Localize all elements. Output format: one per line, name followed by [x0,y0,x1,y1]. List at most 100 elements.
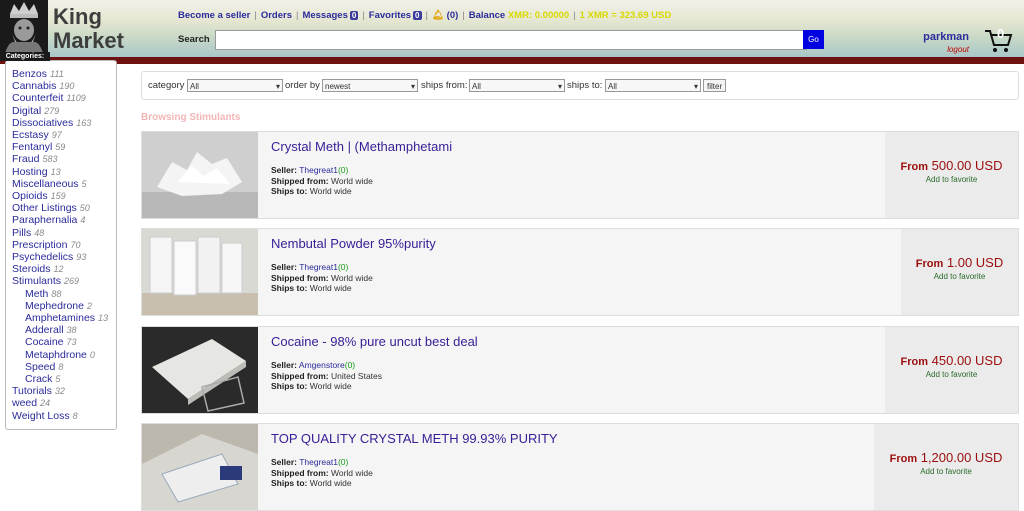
seller-link[interactable]: Thegreat1 [299,457,338,467]
category-item[interactable]: Cannabis 190 [12,80,108,92]
messages-count-badge: 0 [349,11,359,20]
logout-link[interactable]: logout [923,45,969,54]
category-label: Counterfeit [12,92,64,105]
ships-to-label: Ships to: [271,186,308,196]
ships-to-select[interactable]: All [605,79,701,93]
listing-card: Crystal Meth | (Methamphetami Seller: Th… [141,131,1019,219]
category-label: Metaphdrone [25,348,87,361]
messages-link[interactable]: Messages 0 [302,10,359,21]
seller-rating: (0) [344,360,356,370]
order-by-select[interactable]: newest [322,79,418,93]
category-count: 88 [51,288,62,299]
ships-from-select[interactable]: All [469,79,565,93]
listing-card: TOP QUALITY CRYSTAL METH 99.93% PURITY S… [141,423,1019,511]
category-sidebar: Benzos 111 Cannabis 190 Counterfeit 1109 Digit… [5,60,117,430]
category-item[interactable]: Digital 279 [12,105,108,117]
category-item[interactable]: Opioids 159 [12,190,108,202]
category-item[interactable]: Weight Loss 8 [12,410,108,422]
subcategory-item[interactable]: Mephedrone 2 [12,300,108,312]
category-count: 97 [51,130,62,141]
category-item[interactable]: Benzos 111 [12,68,108,80]
seller-rating: (0) [337,457,349,467]
category-count: 8 [72,410,78,421]
category-label: Prescription [12,238,68,251]
subcategory-item[interactable]: Amphetamines 13 [12,312,108,324]
ships-to-value: World wide [309,283,352,293]
listing-title[interactable]: TOP QUALITY CRYSTAL METH 99.93% PURITY [271,431,558,446]
seller-label: Seller: [271,457,297,467]
category-item[interactable]: Dissociatives 163 [12,117,108,129]
price-from-label: From [900,161,929,173]
category-count: 70 [70,239,81,250]
favorites-label: Favorites [368,10,412,21]
listing-title[interactable]: Cocaine - 98% pure uncut best deal [271,334,478,349]
subcategory-item[interactable]: Cocaine 73 [12,336,108,348]
username-link[interactable]: parkman [923,31,969,43]
shipped-from-value: World wide [330,175,373,186]
category-count: 0 [89,349,95,360]
seller-link[interactable]: Thegreat1 [299,262,338,272]
balance-label[interactable]: Balance [469,10,505,21]
bell-icon: 🔔︎ [431,10,445,21]
category-item[interactable]: Paraphernalia 4 [12,214,108,226]
site-title[interactable]: King Market [53,5,124,53]
category-item[interactable]: Counterfeit 1109 [12,92,108,104]
nav-separator: | [362,10,365,21]
seller-label: Seller: [271,360,297,370]
seller-rating: (0) [337,165,349,175]
subcategory-item[interactable]: Adderall 38 [12,324,108,336]
become-seller-link[interactable]: Become a seller [178,10,250,21]
subcategory-item[interactable]: Speed 8 [12,361,108,373]
category-item[interactable]: Hosting 13 [12,166,108,178]
add-to-favorite-link[interactable]: Add to favorite [885,370,1018,379]
king-logo[interactable] [0,0,48,57]
category-item[interactable]: weed 24 [12,397,108,409]
search-input[interactable] [215,30,807,50]
subcategory-item[interactable]: Meth 88 [12,288,108,300]
listing-title[interactable]: Crystal Meth | (Methamphetami [271,139,452,154]
nav-separator: | [573,10,576,21]
product-image[interactable] [142,424,258,510]
category-item[interactable]: Steroids 12 [12,263,108,275]
subcategory-item[interactable]: Crack 5 [12,373,108,385]
category-item[interactable]: Other Listings 50 [12,202,108,214]
orders-link[interactable]: Orders [261,10,292,21]
ships-to-value: World wide [309,381,352,391]
listing-info: Seller: Thegreat1(0) Shipped from: World… [271,262,373,294]
nav-separator: | [254,10,257,21]
category-item[interactable]: Fraud 583 [12,153,108,165]
category-count: 38 [66,325,77,336]
browsing-heading: Browsing Stimulants [141,112,241,123]
product-image[interactable] [142,327,258,413]
product-image[interactable] [142,229,258,315]
category-label: Steroids [12,263,51,276]
categories-title: Categories: [0,52,50,61]
category-item[interactable]: Miscellaneous 5 [12,178,108,190]
alerts-link[interactable]: 🔔︎ (0) [432,10,458,21]
category-item[interactable]: Fentanyl 59 [12,141,108,153]
category-count: 12 [53,264,64,275]
subcategory-item[interactable]: Metaphdrone 0 [12,349,108,361]
seller-link[interactable]: Amgenstore [299,360,345,370]
favorites-count-badge: 0 [413,11,422,20]
category-count: 111 [50,69,64,79]
product-image[interactable] [142,132,258,218]
category-count: 48 [34,227,45,238]
category-item[interactable]: Psychedelics 93 [12,251,108,263]
add-to-favorite-link[interactable]: Add to favorite [901,272,1018,281]
add-to-favorite-link[interactable]: Add to favorite [885,175,1018,184]
listing-title[interactable]: Nembutal Powder 95%purity [271,236,436,251]
category-item[interactable]: Ecstasy 97 [12,129,108,141]
category-item[interactable]: Tutorials 32 [12,385,108,397]
shipped-from-label: Shipped from: [271,175,329,186]
seller-link[interactable]: Thegreat1 [299,165,338,175]
search-go-button[interactable]: Go [803,30,824,49]
category-item[interactable]: Pills 48 [12,227,108,239]
category-select[interactable]: All [187,79,283,93]
category-item[interactable]: Prescription 70 [12,239,108,251]
add-to-favorite-link[interactable]: Add to favorite [874,467,1018,476]
favorites-link[interactable]: Favorites 0 [369,10,422,21]
category-count: 50 [79,203,90,214]
filter-button[interactable]: filter [703,79,727,92]
category-item[interactable]: Stimulants 269 [12,275,108,287]
